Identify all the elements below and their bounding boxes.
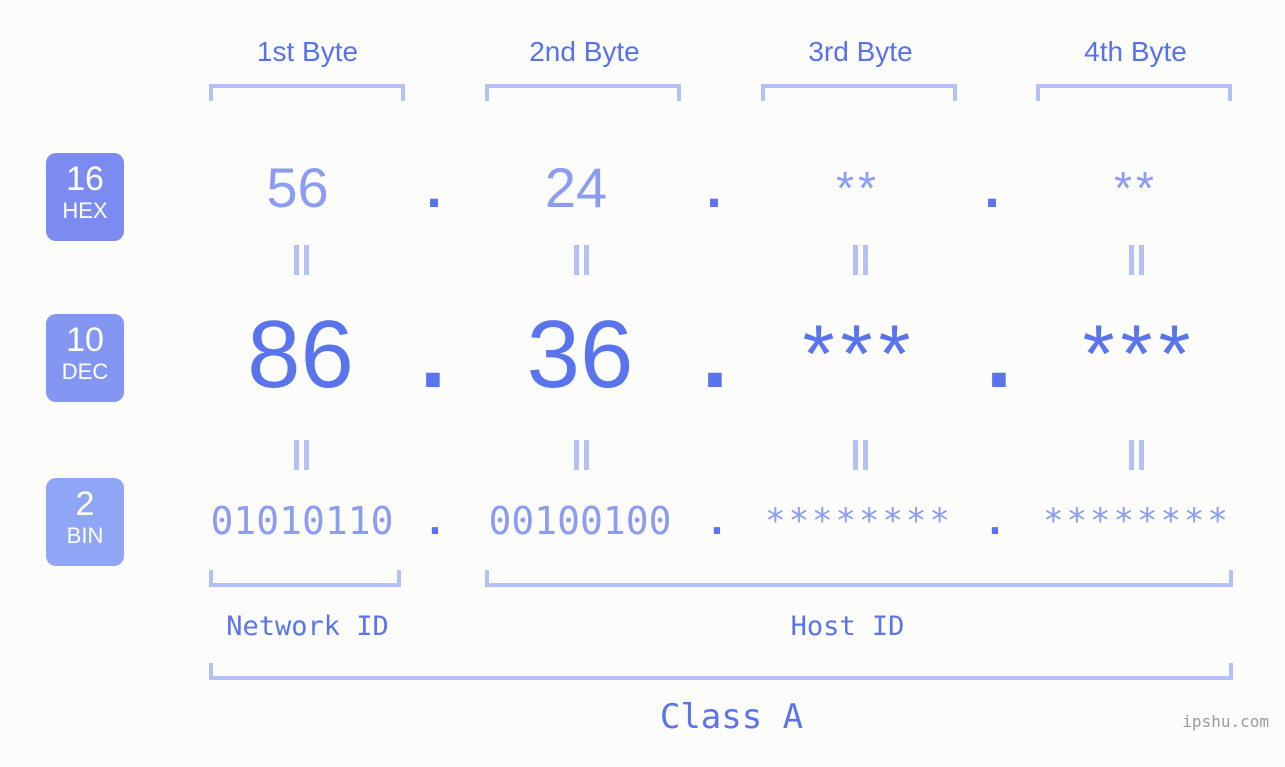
base-badge-dec-number: 10 <box>66 321 104 359</box>
dec-octet-2: 36 <box>526 301 634 408</box>
base-badge-dec-abbr: DEC <box>61 359 109 384</box>
base-badge-bin-abbr: BIN <box>66 523 104 548</box>
hex-octet-2: 24 <box>544 156 608 219</box>
ip-address-breakdown-diagram: 1st Byte 2nd Byte 3rd Byte 4th Byte 16 H… <box>0 0 1285 767</box>
watermark: ipshu.com <box>1182 712 1269 731</box>
dec-octet-1: 86 <box>247 301 354 408</box>
hex-octet-1: 56 <box>266 156 329 219</box>
bin-octet-4: ******** <box>1043 501 1231 541</box>
byte-bracket-top-4 <box>1036 84 1232 101</box>
byte-column-header-2: 2nd Byte <box>529 36 640 67</box>
host-id-bracket <box>485 570 1233 587</box>
equals-dec-bin-1 <box>286 440 316 474</box>
equals-dec-bin-2 <box>566 440 596 474</box>
hex-separator-2: . <box>706 156 722 219</box>
dec-separator-2: . <box>701 301 729 408</box>
bin-separator-1: . <box>423 499 447 543</box>
equals-dec-bin-3 <box>845 440 875 474</box>
base-badge-hex: 16 HEX <box>46 153 124 241</box>
bin-octet-2: 00100100 <box>488 499 672 543</box>
byte-column-header-3: 3rd Byte <box>808 36 913 67</box>
class-label: Class A <box>659 697 804 737</box>
hex-octet-3: ** <box>836 162 880 214</box>
byte-bracket-top-3 <box>761 84 957 101</box>
dec-separator-1: . <box>419 301 447 408</box>
hex-separator-1: . <box>426 156 442 219</box>
base-badge-hex-number: 16 <box>66 160 104 198</box>
bin-separator-2: . <box>705 499 729 543</box>
host-id-label: Host ID <box>790 611 905 642</box>
bin-octet-1: 01010110 <box>210 499 394 543</box>
base-badge-bin: 2 BIN <box>46 478 124 566</box>
bin-separator-3: . <box>983 499 1007 543</box>
byte-bracket-top-1 <box>209 84 405 101</box>
dec-separator-3: . <box>985 301 1013 408</box>
equals-hex-dec-4 <box>1121 245 1151 279</box>
equals-hex-dec-3 <box>845 245 875 279</box>
byte-column-header-1: 1st Byte <box>256 36 359 67</box>
equals-hex-dec-1 <box>286 245 316 279</box>
network-id-bracket <box>209 570 401 587</box>
base-badge-hex-abbr: HEX <box>62 198 108 223</box>
base-badge-bin-number: 2 <box>75 485 95 523</box>
class-bracket <box>209 663 1233 680</box>
hex-octet-4: ** <box>1114 162 1158 214</box>
bin-octet-3: ******** <box>765 501 953 541</box>
hex-separator-3: . <box>984 156 1000 219</box>
byte-bracket-top-2 <box>485 84 681 101</box>
byte-column-header-4: 4th Byte <box>1084 36 1187 67</box>
dec-octet-4: *** <box>1082 309 1197 400</box>
equals-dec-bin-4 <box>1121 440 1151 474</box>
base-badge-dec: 10 DEC <box>46 314 124 402</box>
equals-hex-dec-2 <box>566 245 596 279</box>
dec-octet-3: *** <box>802 309 917 400</box>
network-id-label: Network ID <box>226 611 389 642</box>
